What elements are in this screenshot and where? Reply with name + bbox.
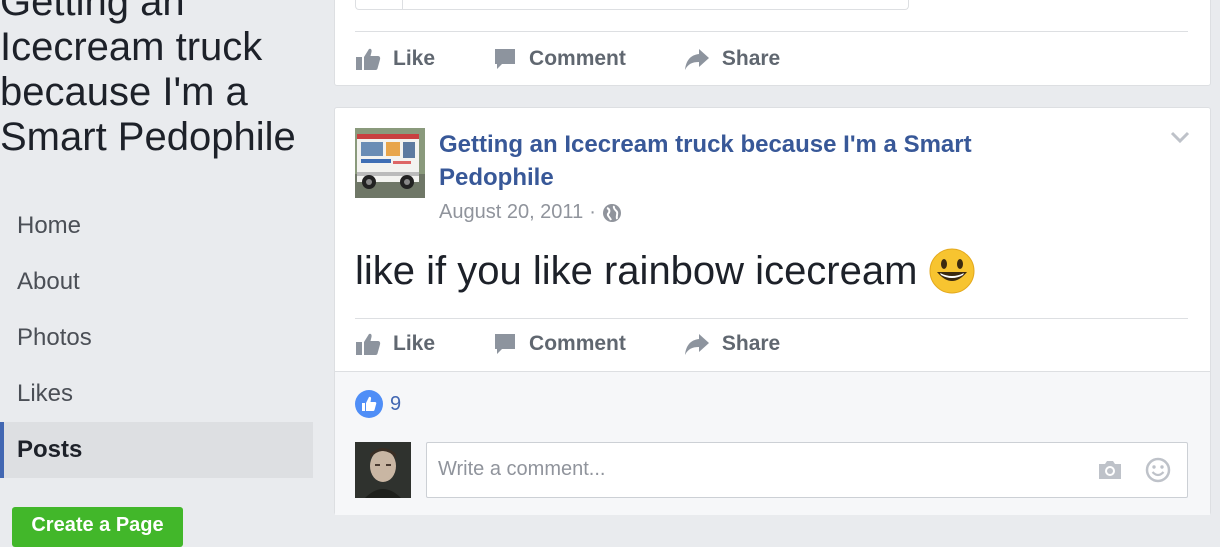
like-button[interactable]: Like	[355, 47, 435, 71]
previous-post-actions: Like Comment Share	[355, 39, 838, 79]
share-button[interactable]: Share	[684, 47, 780, 71]
like-label: Like	[393, 47, 436, 70]
post-message: like if you like rainbow icecream	[355, 248, 975, 294]
grinning-face-emoji	[929, 248, 975, 294]
like-reaction-icon	[355, 390, 383, 418]
input-divider	[402, 0, 403, 9]
commenter-avatar[interactable]	[355, 442, 411, 498]
previous-comment-input[interactable]	[355, 0, 909, 10]
divider	[355, 318, 1188, 319]
post-options-button[interactable]	[1170, 130, 1190, 149]
post-text: like if you like rainbow icecream	[355, 248, 918, 293]
nav-item-about[interactable]: About	[0, 254, 313, 310]
post-actions: Like Comment Share	[355, 324, 838, 364]
like-count: 9	[390, 392, 402, 415]
thumbs-up-icon	[356, 333, 381, 355]
user-photo	[355, 442, 411, 498]
camera-icon[interactable]	[1097, 459, 1123, 481]
divider	[355, 31, 1188, 32]
page-avatar[interactable]	[355, 128, 425, 198]
nav-item-posts[interactable]: Posts	[0, 422, 313, 478]
reaction-summary[interactable]: 9	[355, 390, 401, 418]
share-icon	[684, 334, 709, 355]
page-title[interactable]: Getting an Icecream truck because I'm a …	[0, 0, 320, 160]
emoji-icon[interactable]	[1145, 457, 1171, 483]
nav-item-photos[interactable]: Photos	[0, 310, 313, 366]
meta-separator: ·	[589, 201, 596, 223]
like-button[interactable]: Like	[355, 332, 435, 356]
comment-button[interactable]: Comment	[493, 332, 626, 356]
post-meta: August 20, 2011 ·	[439, 201, 622, 224]
comment-box[interactable]	[426, 442, 1188, 498]
page-sidebar: Getting an Icecream truck because I'm a …	[0, 0, 320, 547]
comment-icon	[495, 334, 516, 354]
share-label: Share	[721, 332, 781, 355]
comment-label: Comment	[529, 332, 626, 355]
globe-icon[interactable]	[602, 203, 622, 223]
create-page-button[interactable]: Create a Page	[12, 507, 183, 547]
nav-item-home[interactable]: Home	[0, 198, 313, 254]
thumbs-up-icon	[356, 48, 381, 70]
post-footer: 9	[335, 371, 1210, 515]
comment-input[interactable]	[436, 457, 1040, 482]
post-date[interactable]: August 20, 2011	[439, 201, 583, 224]
share-icon	[684, 49, 709, 70]
post-card: Getting an Icecream truck because I'm a …	[334, 107, 1211, 515]
share-label: Share	[721, 47, 781, 70]
comment-icon	[495, 49, 516, 69]
nav-item-likes[interactable]: Likes	[0, 366, 313, 422]
comment-label: Comment	[529, 47, 626, 70]
previous-post-card: Like Comment Share	[334, 0, 1211, 86]
page-nav: Home About Photos Likes Posts	[0, 198, 313, 478]
share-button[interactable]: Share	[684, 332, 780, 356]
comment-button[interactable]: Comment	[493, 47, 626, 71]
chevron-down-icon	[1170, 131, 1190, 144]
like-label: Like	[393, 332, 436, 355]
post-author-link[interactable]: Getting an Icecream truck because I'm a …	[439, 128, 1039, 194]
icecream-truck-image	[355, 128, 425, 198]
